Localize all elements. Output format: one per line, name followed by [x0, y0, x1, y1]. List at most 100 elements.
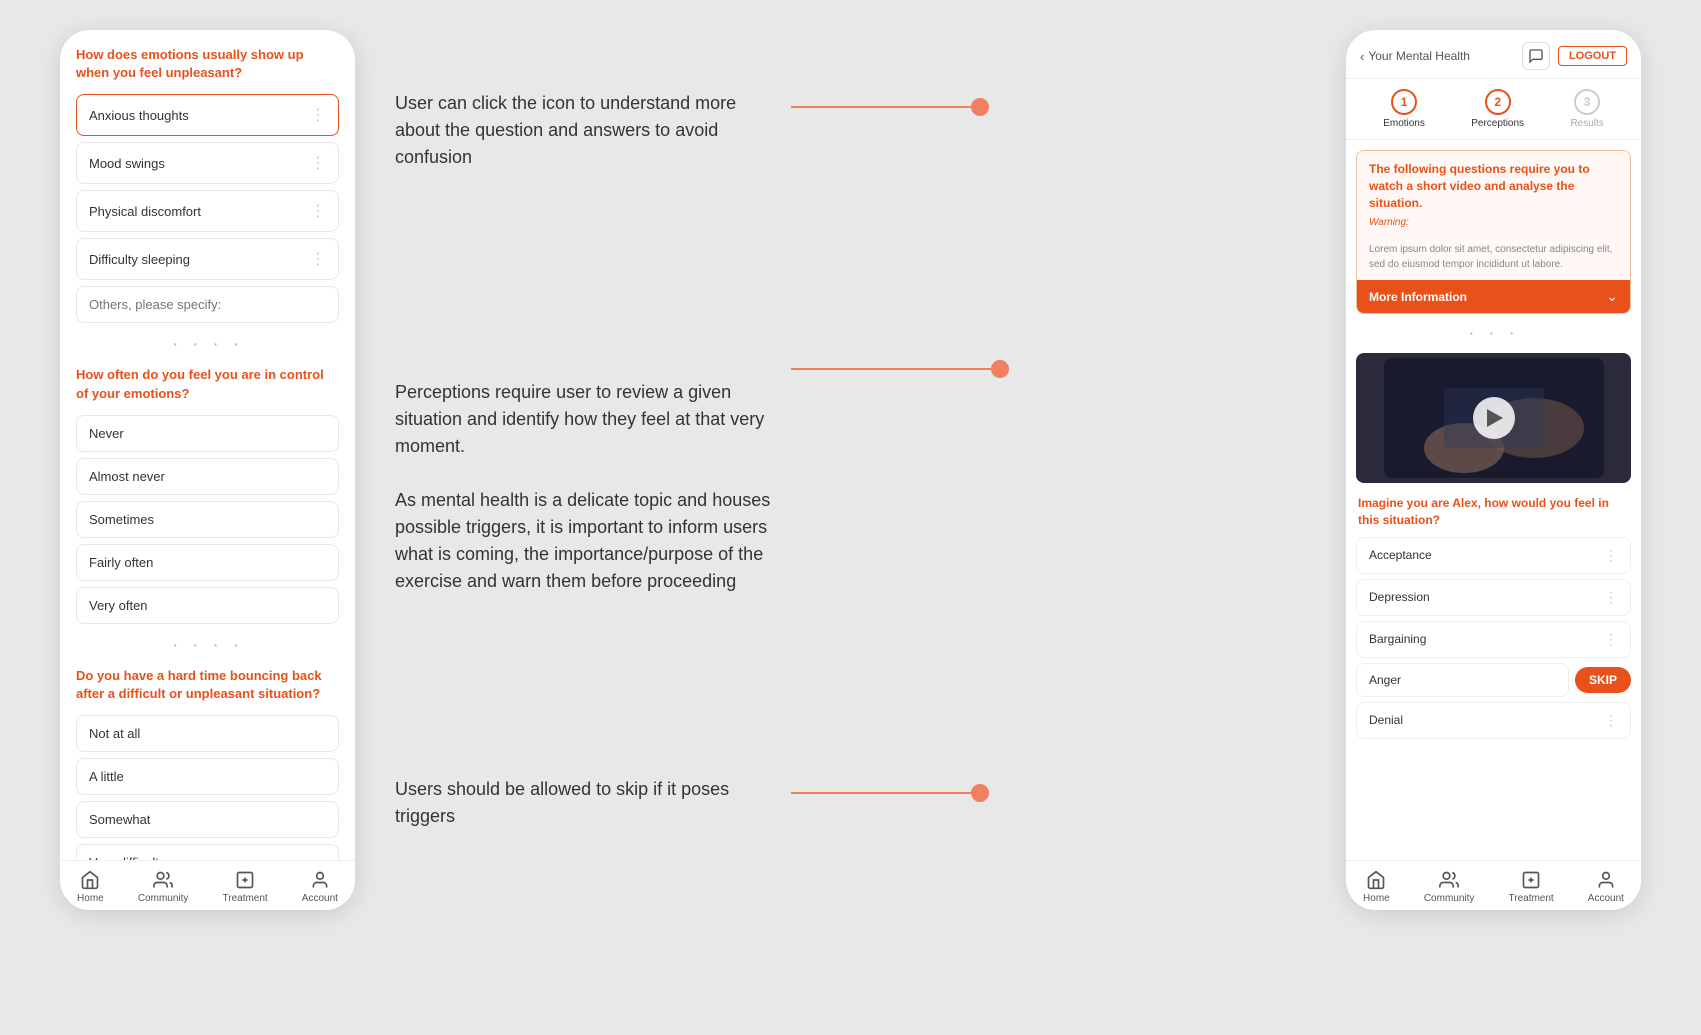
step3-label: Results: [1570, 118, 1603, 129]
option-not-at-all[interactable]: Not at all: [76, 715, 339, 752]
option-a-little[interactable]: A little: [76, 758, 339, 795]
h-line-1: [791, 106, 971, 108]
option-anxious-thoughts[interactable]: Anxious thoughts ⋮: [76, 94, 339, 136]
right-phone-nav: Home Community Treatment Account: [1346, 860, 1641, 910]
logout-button[interactable]: LOGOUT: [1558, 46, 1627, 66]
option-very-often[interactable]: Very often: [76, 587, 339, 624]
option-dots-icon: ⋮: [1604, 631, 1618, 648]
play-triangle-icon: [1487, 409, 1503, 427]
info-box-title: The following questions require you to w…: [1369, 161, 1618, 211]
step3-circle: 3: [1574, 89, 1600, 115]
nav-treatment-right[interactable]: Treatment: [1509, 869, 1554, 904]
option-dots-icon: ⋮: [1604, 547, 1618, 564]
dot-3: [971, 784, 989, 802]
steps-row: 1 Emotions 2 Perceptions 3 Results: [1346, 79, 1641, 140]
home-icon-right: [1365, 869, 1387, 891]
annotation-3: Users should be allowed to skip if it po…: [395, 776, 1306, 830]
annotation-text-2: Perceptions require user to review a giv…: [395, 352, 775, 595]
play-button[interactable]: [1473, 397, 1515, 439]
option-never[interactable]: Never: [76, 415, 339, 452]
step-results: 3 Results: [1570, 89, 1603, 129]
option-denial[interactable]: Denial ⋮: [1356, 702, 1631, 739]
step2-label: Perceptions: [1471, 118, 1524, 129]
anger-skip-row: Anger SKIP: [1356, 663, 1631, 697]
account-icon: [309, 869, 331, 891]
info-box: The following questions require you to w…: [1356, 150, 1631, 314]
info-box-body: Lorem ipsum dolor sit amet, consectetur …: [1357, 238, 1630, 280]
chat-icon[interactable]: [1522, 42, 1550, 70]
treatment-icon-right: [1520, 869, 1542, 891]
annotation-line-2: [791, 360, 1009, 378]
account-icon-right: [1595, 869, 1617, 891]
step2-circle: 2: [1485, 89, 1511, 115]
left-phone-nav: Home Community Treatment Account: [60, 860, 355, 910]
option-menu-icon: ⋮: [310, 201, 326, 221]
step1-circle: 1: [1391, 89, 1417, 115]
option-sometimes[interactable]: Sometimes: [76, 501, 339, 538]
option-menu-icon: ⋮: [310, 249, 326, 269]
option-menu-icon: ⋮: [310, 153, 326, 173]
left-phone-content: How does emotions usually show up when y…: [60, 30, 355, 860]
skip-button[interactable]: SKIP: [1575, 667, 1631, 693]
option-almost-never[interactable]: Almost never: [76, 458, 339, 495]
dot-1: [971, 98, 989, 116]
question3-label: Do you have a hard time bouncing back af…: [76, 667, 339, 703]
option-fairly-often[interactable]: Fairly often: [76, 544, 339, 581]
left-phone: How does emotions usually show up when y…: [60, 30, 355, 910]
right-phone-scroll: The following questions require you to w…: [1346, 140, 1641, 860]
video-thumbnail[interactable]: [1356, 353, 1631, 483]
more-info-label: More Information: [1369, 290, 1467, 304]
h-line-3: [791, 792, 971, 794]
option-acceptance-row: Acceptance ⋮: [1346, 537, 1641, 579]
nav-account-right[interactable]: Account: [1588, 869, 1624, 904]
option-acceptance[interactable]: Acceptance ⋮: [1356, 537, 1631, 574]
chevron-down-icon: ⌄: [1606, 288, 1618, 305]
info-box-text: Lorem ipsum dolor sit amet, consectetur …: [1369, 242, 1618, 272]
dot-sep-right: · · ·: [1346, 322, 1641, 345]
option-mood-swings[interactable]: Mood swings ⋮: [76, 142, 339, 184]
info-box-header: The following questions require you to w…: [1357, 151, 1630, 238]
step-perceptions: 2 Perceptions: [1471, 89, 1524, 129]
option-physical-discomfort[interactable]: Physical discomfort ⋮: [76, 190, 339, 232]
option-dots-icon: ⋮: [1604, 589, 1618, 606]
option-depression[interactable]: Depression ⋮: [1356, 579, 1631, 616]
nav-home-right[interactable]: Home: [1363, 869, 1390, 904]
nav-community[interactable]: Community: [138, 869, 189, 904]
option-bargaining[interactable]: Bargaining ⋮: [1356, 621, 1631, 658]
treatment-icon: [234, 869, 256, 891]
header-actions: LOGOUT: [1522, 42, 1627, 70]
nav-community-right[interactable]: Community: [1424, 869, 1475, 904]
nav-account[interactable]: Account: [302, 869, 338, 904]
others-input-row[interactable]: [76, 286, 339, 323]
question2-label: How often do you feel you are in control…: [76, 366, 339, 402]
option-dots-icon: ⋮: [1604, 712, 1618, 729]
info-box-footer[interactable]: More Information ⌄: [1357, 280, 1630, 313]
back-button[interactable]: ‹ Your Mental Health: [1360, 49, 1470, 64]
option-very-difficult[interactable]: Very difficult: [76, 844, 339, 860]
option-anger[interactable]: Anger: [1356, 663, 1569, 697]
option-somewhat[interactable]: Somewhat: [76, 801, 339, 838]
warning-label: Warning:: [1369, 217, 1618, 228]
community-icon-right: [1438, 869, 1460, 891]
annotation-line-1: [791, 98, 989, 116]
community-icon: [152, 869, 174, 891]
situation-question: Imagine you are Alex, how would you feel…: [1346, 491, 1641, 537]
nav-home[interactable]: Home: [77, 869, 104, 904]
dot-sep-1: · · · ·: [76, 333, 339, 356]
right-phone: ‹ Your Mental Health LOGOUT 1 Emotions 2: [1346, 30, 1641, 910]
others-input[interactable]: [89, 297, 326, 312]
home-icon: [79, 869, 101, 891]
annotation-1: User can click the icon to understand mo…: [395, 90, 1306, 171]
option-menu-icon: ⋮: [310, 105, 326, 125]
right-phone-header: ‹ Your Mental Health LOGOUT: [1346, 30, 1641, 79]
h-line-2: [791, 368, 991, 370]
nav-treatment[interactable]: Treatment: [223, 869, 268, 904]
annotation-2: Perceptions require user to review a giv…: [395, 352, 1306, 595]
annotation-area: User can click the icon to understand mo…: [395, 30, 1306, 910]
chevron-left-icon: ‹: [1360, 49, 1364, 64]
option-difficulty-sleeping[interactable]: Difficulty sleeping ⋮: [76, 238, 339, 280]
main-container: How does emotions usually show up when y…: [0, 0, 1701, 1035]
step-emotions: 1 Emotions: [1383, 89, 1425, 129]
question1-label: How does emotions usually show up when y…: [76, 46, 339, 82]
step1-label: Emotions: [1383, 118, 1425, 129]
